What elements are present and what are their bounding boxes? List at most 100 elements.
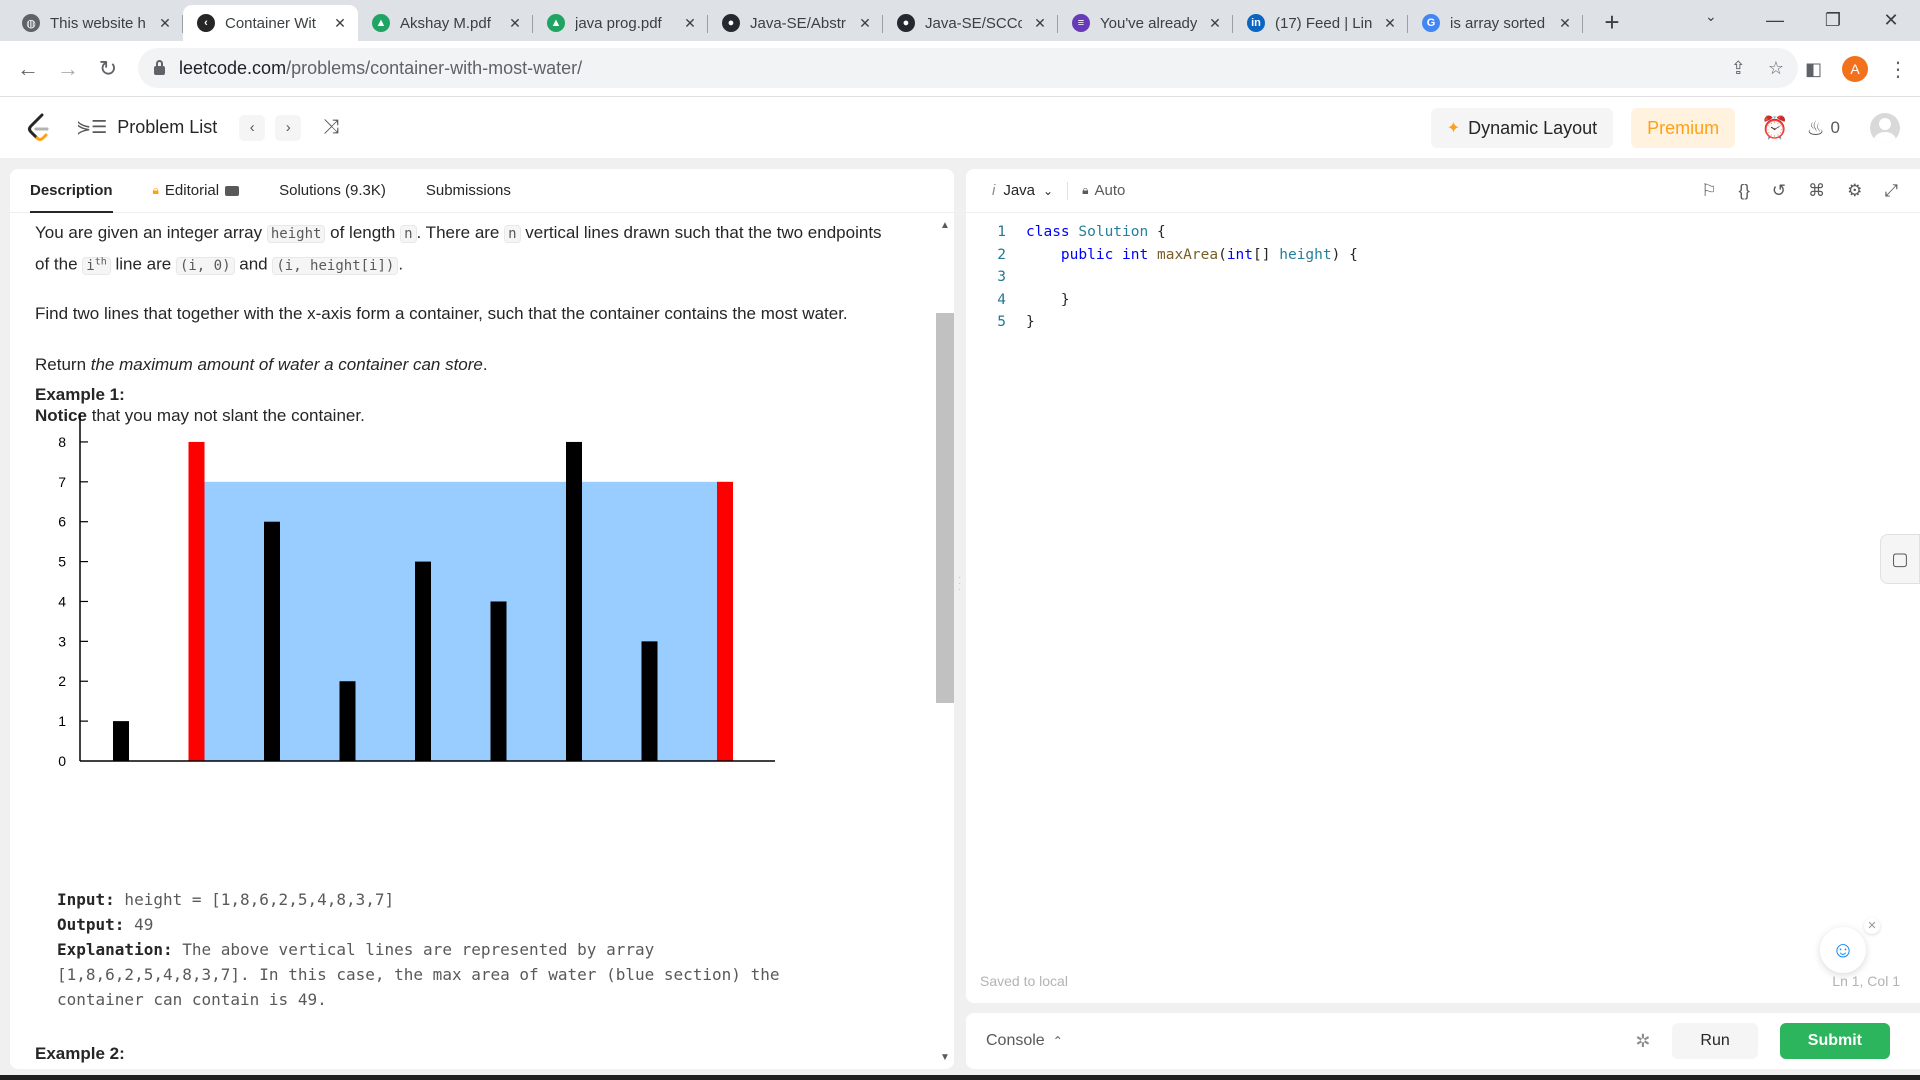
- tab-close-icon[interactable]: ✕: [507, 15, 523, 32]
- bookmark-icon[interactable]: ⚐: [1701, 181, 1716, 201]
- padlock-icon[interactable]: [154, 59, 165, 75]
- next-problem-button[interactable]: ›: [275, 114, 302, 141]
- language-selector[interactable]: i Java ⌄: [992, 182, 1053, 199]
- code-line[interactable]: 5}: [966, 311, 1920, 334]
- problem-list-link[interactable]: ⋟☰ Problem List: [76, 117, 217, 138]
- description-paragraph-3: Return the maximum amount of water a con…: [35, 351, 925, 378]
- submit-button[interactable]: Submit: [1779, 1023, 1890, 1059]
- tab-close-icon[interactable]: ✕: [682, 15, 698, 32]
- text: of length: [325, 223, 401, 242]
- user-avatar[interactable]: [1870, 113, 1900, 143]
- new-tab-button[interactable]: +: [1597, 5, 1627, 39]
- code-editor-panel: i Java ⌄ 🔒︎ Auto ⚐ {} ↺ ⌘ ⚙ ⤢ 1 class Sol…: [966, 169, 1920, 1003]
- leetcode-logo-icon[interactable]: [26, 113, 52, 143]
- tab-description[interactable]: Description: [30, 169, 113, 213]
- description-panel: Description 🔒︎ Editorial Solutions (9.3K…: [10, 169, 954, 1069]
- code-line[interactable]: 4 }: [966, 289, 1920, 312]
- alarm-clock-icon[interactable]: ⏰: [1761, 115, 1788, 141]
- scroll-up-arrow-icon[interactable]: ▲: [940, 220, 950, 231]
- tab-solutions[interactable]: Solutions (9.3K): [279, 169, 386, 213]
- leetcode-navbar: ⋟☰ Problem List ‹ › ⤨ ✦ Dynamic Layout P…: [0, 97, 1920, 159]
- code-area[interactable]: 1 class Solution {2 public int maxArea(in…: [966, 221, 1920, 334]
- auto-mode-toggle[interactable]: 🔒︎ Auto: [1082, 182, 1125, 199]
- code-line[interactable]: 3: [966, 266, 1920, 289]
- code-line[interactable]: 2 public int maxArea(int[] height) {: [966, 244, 1920, 267]
- run-button[interactable]: Run: [1672, 1023, 1758, 1059]
- bookmark-star-icon[interactable]: ☆: [1768, 58, 1784, 79]
- github-icon: ●: [722, 14, 740, 32]
- chart-bar: [339, 681, 356, 761]
- console-bar: Console ⌃ ✲ Run Submit: [966, 1013, 1920, 1069]
- tab-close-icon[interactable]: ✕: [1207, 15, 1223, 32]
- tab-close-icon[interactable]: ✕: [1032, 15, 1048, 32]
- command-icon[interactable]: ⌘: [1808, 181, 1825, 201]
- line-number: 2: [997, 246, 1006, 263]
- container-chart-svg: 0 1 2 3 4 5 6 7 8: [58, 414, 775, 769]
- tab-submissions[interactable]: Submissions: [426, 169, 511, 213]
- side-panel-icon[interactable]: ◧: [1805, 59, 1822, 80]
- code-text: }: [1006, 289, 1070, 312]
- example-2-title: Example 2:: [35, 1044, 125, 1063]
- browser-tab[interactable]: ◍ This website h ✕: [8, 5, 183, 41]
- browser-tab[interactable]: ‹ Container Wit ✕: [183, 5, 358, 41]
- tab-search-chevron-icon[interactable]: ⌄: [1705, 8, 1717, 25]
- example-output-line: Output: 49: [57, 912, 925, 937]
- code-line[interactable]: 1 class Solution {: [966, 221, 1920, 244]
- format-braces-icon[interactable]: {}: [1739, 181, 1750, 201]
- share-icon[interactable]: ⇪: [1731, 58, 1746, 79]
- code-text: public int maxArea(int[] height) {: [1006, 244, 1358, 267]
- browser-tab[interactable]: ● Java-SE/Abstr ✕: [708, 5, 883, 41]
- panel-resize-handle[interactable]: · · ·: [958, 573, 961, 595]
- tab-editorial[interactable]: 🔒︎ Editorial: [153, 169, 240, 213]
- settings-gear-icon[interactable]: ⚙: [1847, 181, 1862, 201]
- premium-button[interactable]: Premium: [1631, 108, 1736, 148]
- tab-title: Java-SE/SCCol: [925, 14, 1022, 32]
- shuffle-icon[interactable]: ⤨: [323, 116, 339, 139]
- tab-close-icon[interactable]: ✕: [857, 15, 873, 32]
- url-domain: leetcode.com: [179, 57, 287, 78]
- fullscreen-expand-icon[interactable]: ⤢: [1884, 181, 1898, 201]
- window-controls: — ❐ ✕: [1746, 0, 1920, 41]
- example-1-io: Input: height = [1,8,6,2,5,4,8,3,7] Outp…: [35, 887, 925, 1012]
- minimize-icon[interactable]: —: [1746, 10, 1804, 31]
- forms-icon: ≡: [1072, 14, 1090, 32]
- restore-icon[interactable]: ❐: [1804, 10, 1862, 31]
- profile-avatar[interactable]: A: [1842, 56, 1868, 82]
- browser-tab[interactable]: in (17) Feed | Lin ✕: [1233, 5, 1408, 41]
- close-window-icon[interactable]: ✕: [1862, 10, 1920, 31]
- reload-icon[interactable]: ↻: [88, 56, 128, 82]
- browser-tab[interactable]: ▲ Akshay M.pdf ✕: [358, 5, 533, 41]
- close-feedback-icon[interactable]: ✕: [1864, 918, 1880, 934]
- tab-close-icon[interactable]: ✕: [1382, 15, 1398, 32]
- prev-problem-button[interactable]: ‹: [239, 114, 266, 141]
- dynamic-layout-button[interactable]: ✦ Dynamic Layout: [1430, 108, 1614, 148]
- notes-icon[interactable]: ▢: [1880, 534, 1920, 584]
- back-arrow-icon[interactable]: ←: [8, 56, 48, 82]
- browser-tab[interactable]: ≡ You've already ✕: [1058, 5, 1233, 41]
- tab-solutions-label: Solutions (9.3K): [279, 182, 386, 199]
- reset-icon[interactable]: ↺: [1772, 181, 1786, 201]
- browser-tab[interactable]: ● Java-SE/SCCol ✕: [883, 5, 1058, 41]
- console-toggle[interactable]: Console ⌃: [986, 1032, 1063, 1050]
- browser-tab[interactable]: ▲ java prog.pdf ✕: [533, 5, 708, 41]
- text: Return: [35, 354, 91, 374]
- feedback-chat-icon[interactable]: ☺: [1820, 927, 1866, 973]
- tab-close-icon[interactable]: ✕: [1557, 15, 1573, 32]
- forward-arrow-icon[interactable]: →: [48, 56, 88, 82]
- tab-title: (17) Feed | Lin: [1275, 14, 1372, 32]
- tab-close-icon[interactable]: ✕: [332, 15, 348, 32]
- debug-bug-icon[interactable]: ✲: [1635, 1031, 1650, 1052]
- browser-tab[interactable]: Gis array sorted ✕: [1408, 5, 1583, 41]
- browser-menu-icon[interactable]: ⋮: [1888, 57, 1908, 82]
- text: and: [234, 254, 273, 274]
- browser-toolbar: ← → ↻ leetcode.com/problems/container-wi…: [0, 41, 1920, 97]
- list-icon: ⋟☰: [76, 117, 108, 137]
- address-bar[interactable]: leetcode.com/problems/container-with-mos…: [138, 48, 1798, 88]
- code-token: height: [1279, 246, 1332, 263]
- description-scrollbar-thumb[interactable]: [936, 313, 954, 703]
- streak-counter[interactable]: ♨ 0: [1807, 116, 1840, 141]
- globe-icon: ◍: [22, 14, 40, 32]
- tab-close-icon[interactable]: ✕: [157, 15, 173, 32]
- scroll-down-arrow-icon[interactable]: ▼: [940, 1052, 950, 1063]
